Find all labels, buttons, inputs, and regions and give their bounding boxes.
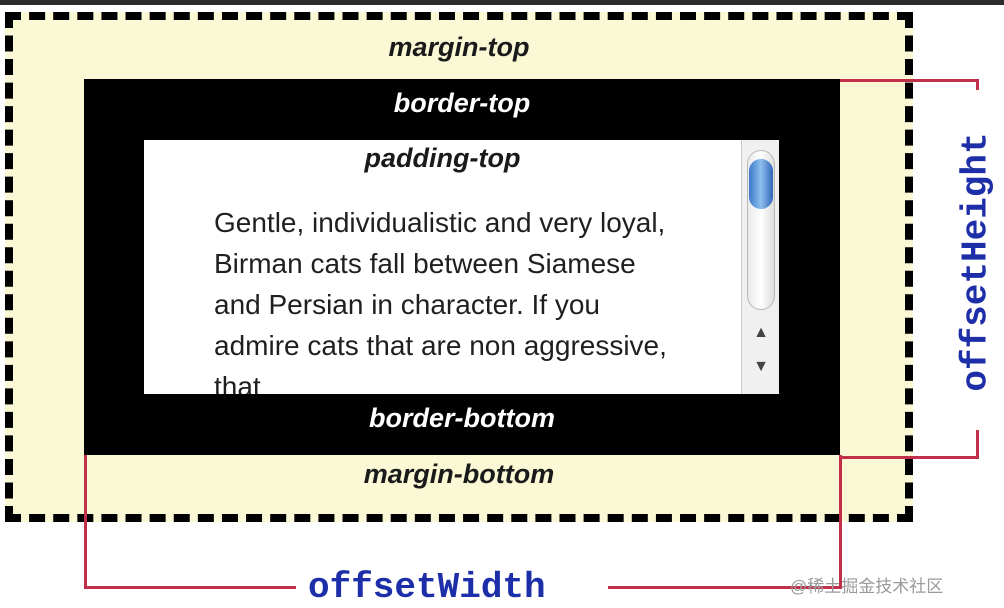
scrollbar-thumb-highlight [749,159,773,209]
scroll-down-arrow-icon[interactable]: ▼ [742,358,779,376]
content-text: Gentle, individualistic and very loyal, … [214,207,667,394]
watermark: @稀土掘金技术社区 [790,577,944,596]
padding-top-label: padding-top [364,143,521,173]
border-top-label: border-top [393,88,531,118]
border-bottom-label: border-bottom [369,403,555,433]
content-area: padding-top Gentle, individualistic and … [144,140,779,394]
margin-top-label: margin-top [388,32,530,62]
scrollbar-thumb[interactable] [747,150,775,310]
scroll-up-arrow-icon[interactable]: ▲ [742,324,779,342]
offset-width-label: offsetWidth [308,567,546,608]
scrollbar[interactable]: ▲ ▼ [741,140,779,394]
top-edge-bar [0,0,1004,5]
offset-height-label: offsetHeight [955,132,997,392]
